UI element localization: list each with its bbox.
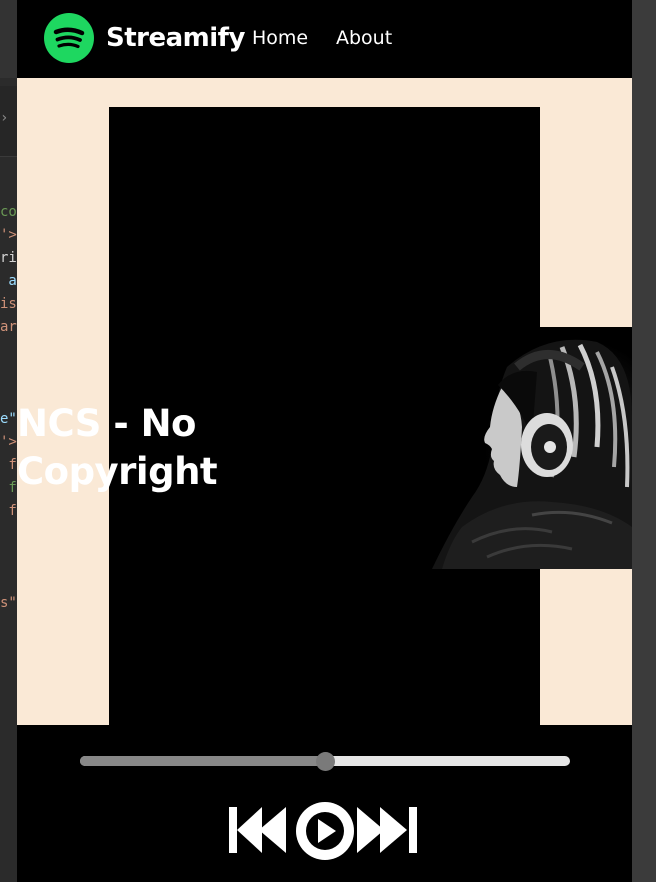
progress-slider[interactable] — [80, 752, 570, 771]
gutter-line: ar — [0, 319, 17, 335]
chevron-right-icon: › — [0, 110, 9, 126]
gutter-line: f — [0, 457, 17, 473]
gutter-line — [0, 339, 18, 362]
navbar: Streamify Home About — [17, 0, 632, 78]
player-bar — [17, 725, 632, 882]
gutter-line: '> — [0, 434, 17, 450]
gutter-line: is — [0, 296, 17, 312]
gutter-line — [0, 569, 18, 592]
gutter-line: f — [0, 480, 17, 496]
previous-icon[interactable] — [229, 805, 294, 859]
gutter-line: s" — [0, 595, 17, 611]
gutter-line: ri — [0, 250, 17, 266]
gutter-line — [0, 546, 18, 569]
gutter-line — [0, 362, 18, 385]
nav-home-link[interactable]: Home — [252, 26, 308, 50]
spotify-logo-icon[interactable] — [44, 13, 94, 63]
main-area: NCS - No Copyright — [17, 78, 632, 725]
song-title: NCS - No Copyright — [17, 402, 218, 493]
progress-thumb[interactable] — [316, 752, 335, 771]
progress-fill — [80, 756, 325, 766]
gutter-line — [0, 523, 18, 546]
nav-about-link[interactable]: About — [336, 26, 392, 50]
editor-scrollbar — [632, 0, 656, 882]
album-cover-image — [202, 327, 632, 569]
play-icon[interactable] — [294, 800, 356, 866]
gutter-line: e" — [0, 411, 17, 427]
app-window: Streamify Home About NCS - No Copyright — [17, 0, 632, 882]
gutter-line — [0, 385, 18, 408]
gutter-line: '> — [0, 227, 17, 243]
gutter-line: f — [0, 503, 17, 519]
gutter-line: a — [0, 273, 17, 289]
editor-gutter: co '> ri a is ar e" '> f f f s" — [0, 201, 18, 615]
gutter-line: co — [0, 204, 17, 220]
brand-name[interactable]: Streamify — [106, 20, 245, 56]
next-icon[interactable] — [357, 805, 422, 859]
